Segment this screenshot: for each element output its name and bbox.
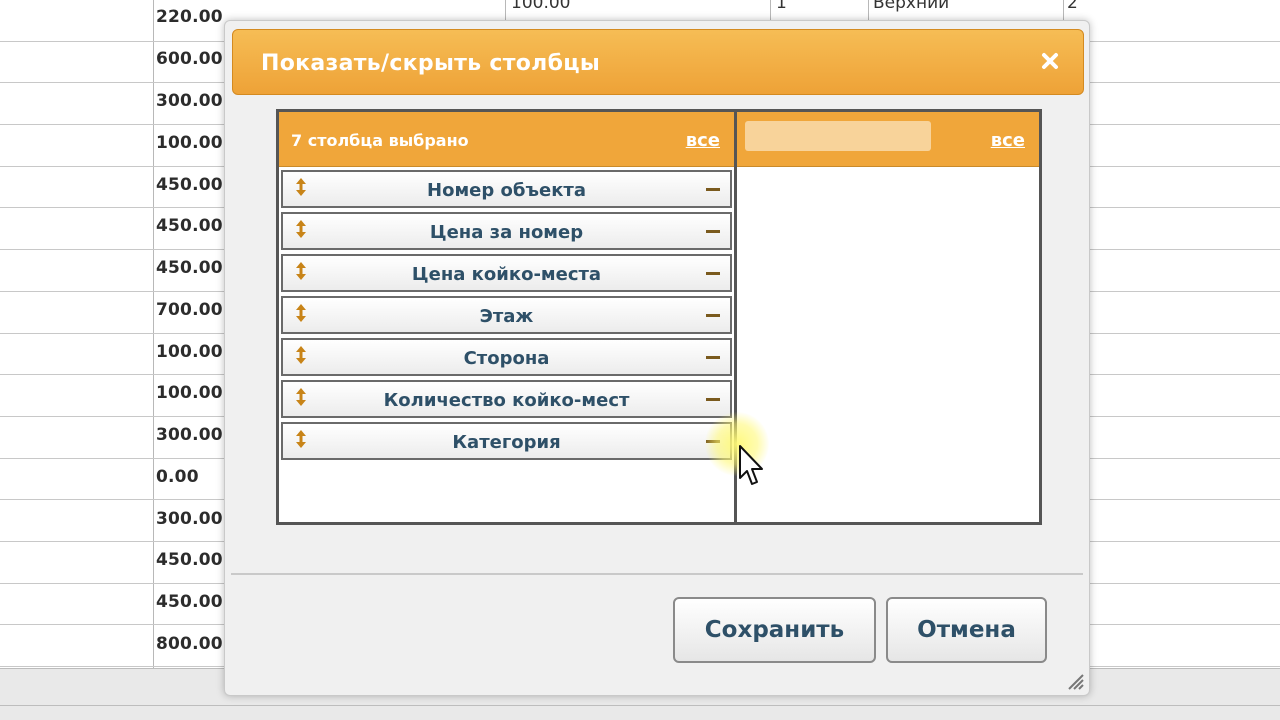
- selected-columns-header: 7 столбца выбрано все: [279, 112, 734, 167]
- price-cell: 700.00: [156, 300, 223, 320]
- minus-icon[interactable]: [706, 398, 720, 401]
- minus-icon[interactable]: [706, 272, 720, 275]
- price-cell: 100.00: [156, 342, 223, 362]
- price-cell: 450.00: [156, 258, 223, 278]
- price-cell: 600.00: [156, 49, 223, 69]
- price-cell: 300.00: [156, 509, 223, 529]
- column-item-label: Цена за номер: [429, 222, 584, 243]
- column-item[interactable]: Категория: [281, 422, 732, 460]
- column-item-label: Цена койко-места: [411, 264, 602, 285]
- cancel-button[interactable]: Отмена: [886, 597, 1047, 663]
- price-cell: 450.00: [156, 550, 223, 570]
- price-cell: 300.00: [156, 91, 223, 111]
- search-input[interactable]: [745, 121, 931, 151]
- close-icon[interactable]: [1037, 48, 1063, 74]
- remove-all-link[interactable]: все: [686, 130, 720, 151]
- price-cell: 450.00: [156, 216, 223, 236]
- column-item-label: Сторона: [463, 348, 550, 369]
- column-item[interactable]: Цена койко-места: [281, 254, 732, 292]
- column-item[interactable]: Номер объекта: [281, 170, 732, 208]
- price-cell: 300.00: [156, 425, 223, 445]
- price-cell: 450.00: [156, 592, 223, 612]
- show-hide-columns-dialog: Показать/скрыть столбцы 7 столбца выбран…: [224, 20, 1090, 696]
- column-item[interactable]: Цена за номер: [281, 212, 732, 250]
- minus-icon[interactable]: [706, 188, 720, 191]
- minus-icon[interactable]: [706, 230, 720, 233]
- price-cell: 450.00: [156, 175, 223, 195]
- price-cell: 800.00: [156, 634, 223, 654]
- minus-icon[interactable]: [706, 356, 720, 359]
- column-item-label: Количество койко-мест: [383, 390, 630, 411]
- column-item[interactable]: Сторона: [281, 338, 732, 376]
- save-button[interactable]: Сохранить: [673, 597, 876, 663]
- mouse-cursor-icon: [738, 444, 764, 488]
- column-item-label: Номер объекта: [427, 180, 586, 201]
- dialog-title: Показать/скрыть столбцы: [261, 51, 601, 76]
- selected-count: 7 столбца выбрано: [291, 131, 469, 150]
- column-item[interactable]: Этаж: [281, 296, 732, 334]
- column-item-label: Этаж: [479, 306, 534, 327]
- minus-icon[interactable]: [706, 314, 720, 317]
- price-cell: 100.00: [156, 133, 223, 153]
- selected-columns-panel: 7 столбца выбрано все Номер объекта Цена…: [279, 112, 734, 522]
- column-item-label: Категория: [452, 432, 561, 453]
- column-chooser: 7 столбца выбрано все Номер объекта Цена…: [276, 109, 1042, 525]
- available-columns-panel: все: [737, 112, 1039, 522]
- footer-divider: [231, 573, 1083, 575]
- dialog-titlebar[interactable]: Показать/скрыть столбцы: [232, 29, 1084, 95]
- available-columns-header: все: [737, 112, 1039, 167]
- add-all-link[interactable]: все: [991, 130, 1025, 151]
- price-cell: 100.00: [156, 383, 223, 403]
- footer-divider: [0, 705, 1280, 706]
- price-cell: 0.00: [156, 467, 199, 487]
- column-item[interactable]: Количество койко-мест: [281, 380, 732, 418]
- price-cell: 220.00: [156, 7, 223, 27]
- resize-grip-icon[interactable]: [1065, 671, 1085, 691]
